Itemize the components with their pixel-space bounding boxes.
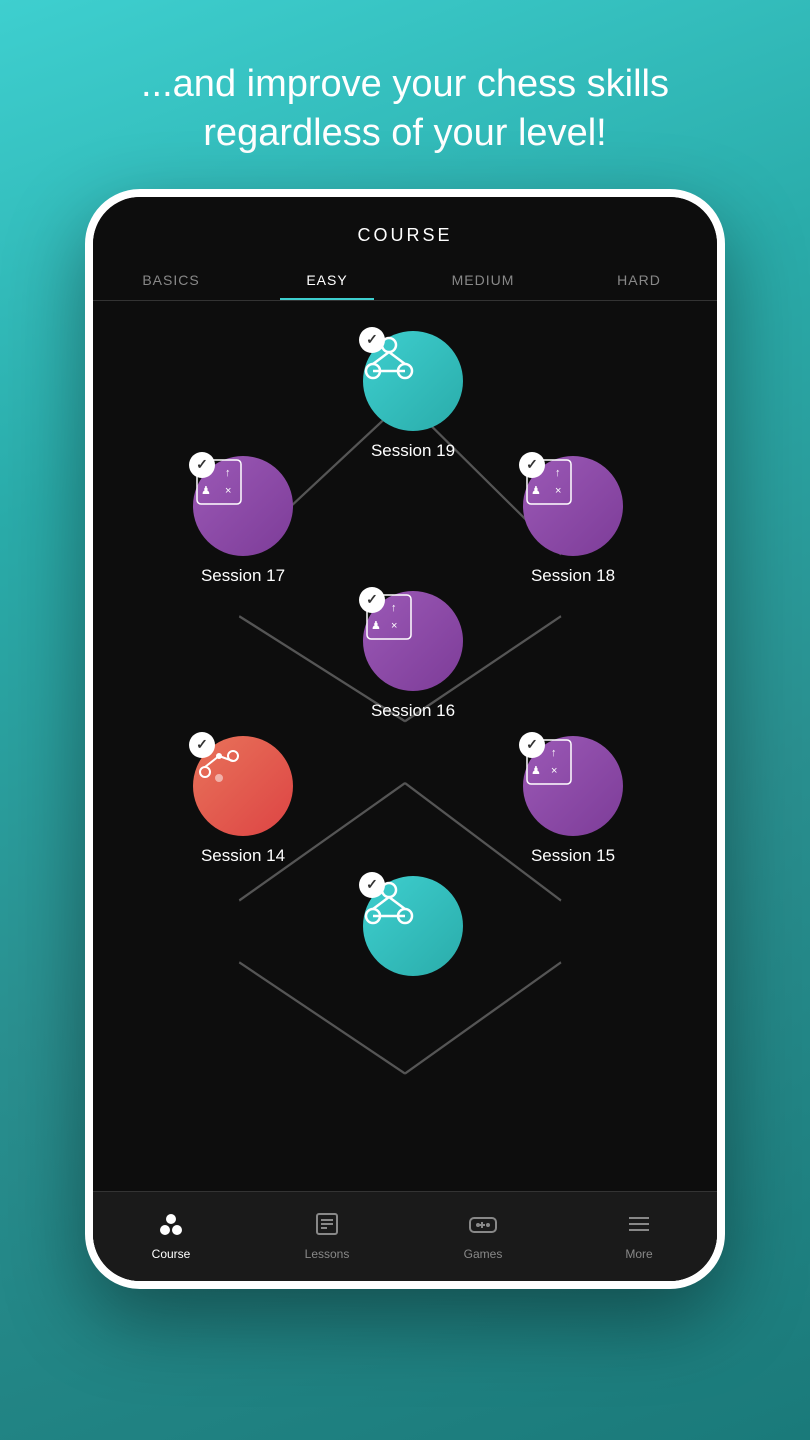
session-14-node[interactable]: Session 14 — [193, 736, 293, 866]
phone-mockup: COURSE BASICS EASY MEDIUM HARD — [85, 189, 725, 1289]
nav-more[interactable]: More — [561, 1212, 717, 1261]
check-badge-18 — [519, 452, 545, 478]
svg-text:♟: ♟ — [201, 485, 211, 497]
svg-text:↑: ↑ — [391, 602, 397, 614]
nav-more-label: More — [625, 1247, 652, 1261]
nav-course-label: Course — [152, 1247, 191, 1261]
svg-text:↑: ↑ — [555, 467, 561, 479]
svg-text:×: × — [551, 765, 557, 777]
tab-easy[interactable]: EASY — [249, 262, 405, 300]
nav-course[interactable]: Course — [93, 1212, 249, 1261]
nav-games-label: Games — [464, 1247, 503, 1261]
nav-games[interactable]: Games — [405, 1212, 561, 1261]
session-15-label: Session 15 — [531, 846, 615, 866]
nav-lessons[interactable]: Lessons — [249, 1212, 405, 1261]
session-16-label: Session 16 — [371, 701, 455, 721]
tab-hard[interactable]: HARD — [561, 262, 717, 300]
session-19-label: Session 19 — [371, 441, 455, 461]
svg-text:×: × — [225, 485, 231, 497]
course-title: COURSE — [93, 197, 717, 262]
session-19-node[interactable]: Session 19 — [363, 331, 463, 461]
check-badge-16 — [359, 587, 385, 613]
session-16-node[interactable]: × ↑ ♟ × Session 16 — [363, 591, 463, 721]
nav-lessons-label: Lessons — [305, 1247, 350, 1261]
session-13-node[interactable] — [363, 876, 463, 976]
tab-medium[interactable]: MEDIUM — [405, 262, 561, 300]
check-badge-19 — [359, 327, 385, 353]
session-18-node[interactable]: × ↑ ♟ × Session 18 — [523, 456, 623, 586]
svg-text:↑: ↑ — [551, 747, 557, 759]
header-tagline: ...and improve your chess skills regardl… — [0, 0, 810, 189]
difficulty-tabs: BASICS EASY MEDIUM HARD — [93, 262, 717, 301]
course-map: Session 19 × ↑ ♟ × Session 18 — [93, 301, 717, 1191]
session-17-node[interactable]: × ↑ ♟ × Session 17 — [193, 456, 293, 586]
svg-text:♟: ♟ — [531, 765, 541, 777]
svg-text:×: × — [391, 620, 397, 632]
tab-basics[interactable]: BASICS — [93, 262, 249, 300]
games-icon — [468, 1212, 498, 1242]
svg-text:♟: ♟ — [371, 620, 381, 632]
session-14-label: Session 14 — [201, 846, 285, 866]
more-icon — [626, 1212, 652, 1242]
check-badge-14 — [189, 732, 215, 758]
session-18-label: Session 18 — [531, 566, 615, 586]
bottom-navigation: Course Lessons — [93, 1191, 717, 1281]
session-15-node[interactable]: × ↑ ♟ × Session 15 — [523, 736, 623, 866]
session-17-label: Session 17 — [201, 566, 285, 586]
lessons-icon — [314, 1212, 340, 1242]
check-badge-15 — [519, 732, 545, 758]
svg-text:♟: ♟ — [531, 485, 541, 497]
svg-text:↑: ↑ — [225, 467, 231, 479]
check-badge-13 — [359, 872, 385, 898]
check-badge-17 — [189, 452, 215, 478]
svg-text:×: × — [555, 485, 561, 497]
course-icon — [157, 1212, 185, 1242]
